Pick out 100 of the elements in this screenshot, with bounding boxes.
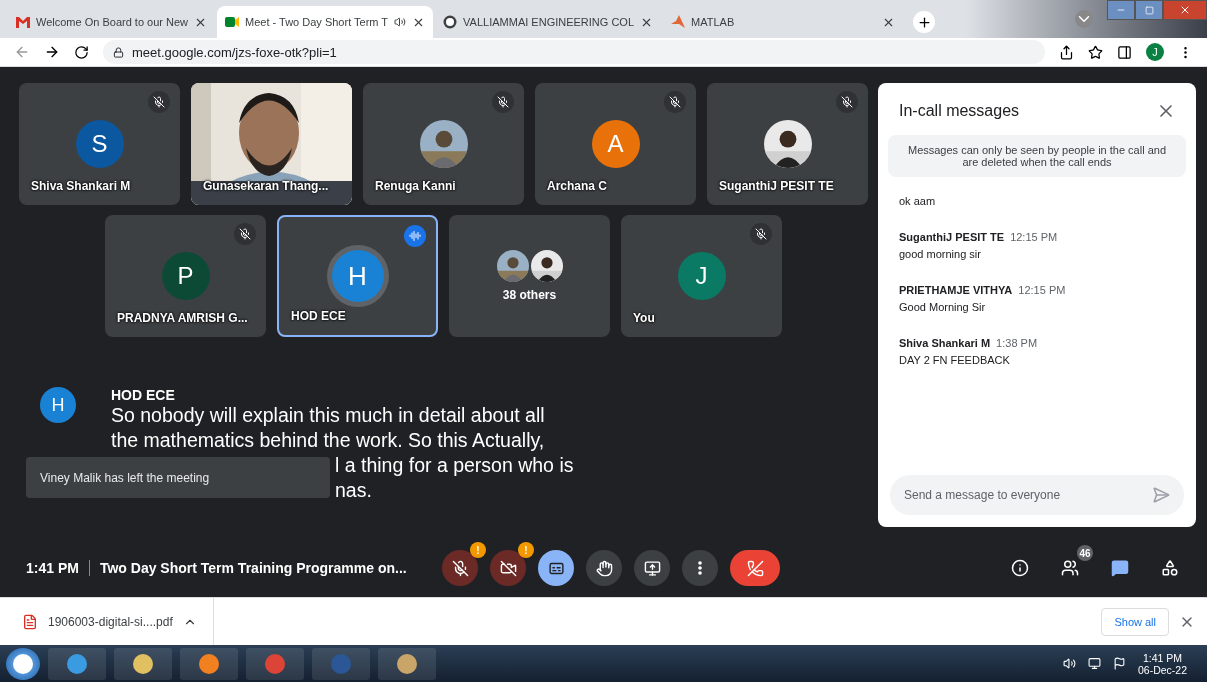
- speaking-icon: [404, 225, 426, 247]
- camera-off-button[interactable]: [490, 550, 526, 586]
- browser-tab[interactable]: Welcome On Board to our New: [8, 6, 216, 38]
- warning-badge: !: [518, 542, 534, 558]
- participant-tile[interactable]: P PRADNYA AMRISH G...: [105, 215, 266, 337]
- participant-name: Archana C: [547, 179, 608, 193]
- app-icon: [131, 651, 155, 676]
- warning-badge: !: [470, 542, 486, 558]
- start-button[interactable]: [6, 647, 40, 680]
- end-call-button[interactable]: [730, 550, 780, 586]
- forward-icon[interactable]: [44, 44, 60, 60]
- pdf-file-icon: [22, 613, 38, 630]
- taskbar-app[interactable]: [114, 647, 172, 680]
- message-text: Good Morning Sir: [899, 301, 987, 313]
- plus-icon: [916, 14, 932, 30]
- profile-avatar[interactable]: J: [1146, 43, 1164, 61]
- taskbar-app[interactable]: [378, 647, 436, 680]
- speaker-avatar: H: [40, 387, 76, 423]
- app-icon: [395, 651, 419, 676]
- message-text: DAY 2 FN FEEDBACK: [899, 354, 1011, 366]
- taskbar-clock[interactable]: 1:41 PM 06-Dec-22: [1137, 651, 1201, 676]
- participant-count: 38 others: [502, 288, 557, 302]
- participant-tile[interactable]: SuganthiJ PESIT TE: [707, 83, 868, 205]
- app-icon: [197, 651, 221, 676]
- reload-icon[interactable]: [74, 44, 89, 60]
- participant-tile[interactable]: H HOD ECE: [277, 215, 438, 337]
- message-text: good morning sir: [899, 248, 982, 260]
- browser-tab[interactable]: MATLAB: [663, 6, 904, 38]
- avatar: J: [677, 252, 726, 300]
- message-time: 12:15 PM: [1018, 284, 1066, 296]
- caption-line: So nobody will explain this much in detail about all: [111, 403, 545, 428]
- meeting-time: 1:41 PM: [26, 560, 79, 576]
- tab-search-icon[interactable]: [1075, 10, 1093, 28]
- caption-line: the mathematics behind the work. So this Actually,: [111, 428, 545, 453]
- mail-icon: [16, 16, 30, 28]
- wordpress-icon: [443, 15, 458, 29]
- present-screen-icon: [643, 559, 661, 577]
- participant-name: SuganthiJ PESIT TE: [719, 179, 834, 193]
- raise-hand-button[interactable]: [586, 550, 622, 586]
- message-text: ok aam: [899, 195, 937, 207]
- message-input[interactable]: Send a message to everyone: [890, 475, 1184, 515]
- video-camera-icon: [225, 16, 240, 28]
- participant-tile[interactable]: Renuga Kanni: [363, 83, 524, 205]
- notification-toast: Viney Malik has left the meeting: [26, 457, 330, 498]
- participant-tile[interactable]: S Shiva Shankari M: [19, 83, 180, 205]
- share-icon[interactable]: [1059, 44, 1074, 60]
- chat-icon: [1111, 558, 1129, 578]
- microphone-off-button[interactable]: [442, 550, 478, 586]
- participant-name: Gunasekaran Thang...: [203, 179, 329, 193]
- hand-icon: [595, 559, 613, 577]
- side-panel-icon[interactable]: [1117, 44, 1132, 60]
- taskbar-app[interactable]: [48, 647, 106, 680]
- participant-name: You: [633, 311, 655, 325]
- taskbar-app[interactable]: [246, 647, 304, 680]
- matlab-icon: [671, 15, 686, 29]
- show-all-button[interactable]: Show all: [1101, 607, 1169, 636]
- avatar: A: [591, 120, 640, 168]
- maximize-button[interactable]: [1135, 0, 1163, 20]
- participant-tile[interactable]: Gunasekaran Thang...: [191, 83, 352, 205]
- people-icon: [1061, 558, 1079, 578]
- address-bar[interactable]: meet.google.com/jzs-foxe-otk?pli=1: [103, 40, 1045, 64]
- camera-off-icon: [499, 559, 517, 577]
- chat-notice: Messages can only be seen by people in the call and are deleted when the call ends: [888, 135, 1186, 177]
- meeting-title: Two Day Short Term Training Programme on...: [99, 560, 407, 576]
- maximize-icon: [1144, 5, 1154, 15]
- back-icon[interactable]: [14, 44, 30, 60]
- network-icon[interactable]: [1087, 657, 1101, 670]
- message-sender: SuganthiJ PESIT TE: [899, 231, 1005, 243]
- more-options-button[interactable]: [682, 550, 718, 586]
- participant-name: Renuga Kanni: [375, 179, 456, 193]
- new-tab-button[interactable]: [913, 11, 936, 33]
- participant-tile[interactable]: J You: [621, 215, 782, 337]
- captions-button[interactable]: [538, 550, 574, 586]
- microphone-off-icon: [451, 559, 469, 577]
- app-icon: [263, 651, 287, 676]
- app-icon: [11, 651, 35, 676]
- shapes-icon: [1161, 558, 1179, 578]
- participant-name: Shiva Shankari M: [31, 179, 131, 193]
- minimize-button[interactable]: [1107, 0, 1135, 20]
- browser-tab[interactable]: Meet - Two Day Short Term T: [217, 6, 434, 38]
- participant-tile[interactable]: A Archana C: [535, 83, 696, 205]
- avatar: P: [161, 252, 210, 300]
- caption-line: l a thing for a person who is: [335, 453, 574, 478]
- message-time: 12:15 PM: [1010, 231, 1058, 243]
- taskbar-app[interactable]: [180, 647, 238, 680]
- speaker-name: HOD ECE: [111, 387, 175, 403]
- avatar: S: [75, 120, 124, 168]
- present-button[interactable]: [634, 550, 670, 586]
- volume-icon[interactable]: [1062, 657, 1076, 670]
- bookmark-icon[interactable]: [1088, 44, 1103, 60]
- participant-name: HOD ECE: [291, 309, 346, 323]
- flag-icon[interactable]: [1112, 657, 1126, 670]
- info-icon: [1011, 558, 1029, 578]
- browser-tab[interactable]: VALLIAMMAI ENGINEERING COL: [435, 6, 662, 38]
- app-icon: [329, 651, 353, 676]
- phone-icon: [746, 559, 764, 577]
- participant-tile[interactable]: 38 others: [449, 215, 610, 337]
- count-badge: 46: [1077, 545, 1093, 561]
- caption-line: nas.: [335, 478, 372, 503]
- panel-title: In-call messages: [899, 102, 1020, 120]
